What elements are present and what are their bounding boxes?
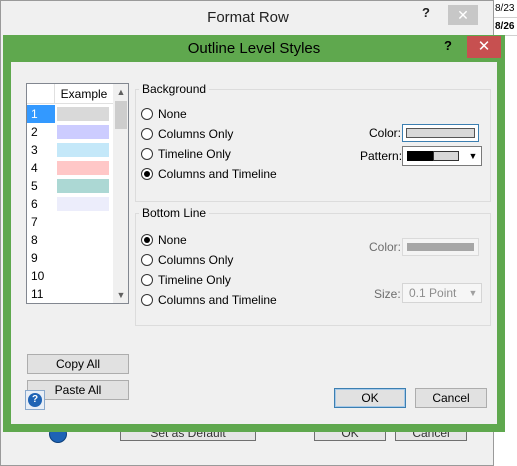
list-header-number-column [27,84,55,104]
scroll-up-arrow-icon[interactable]: ▲ [113,84,128,100]
level-row[interactable]: 8 [27,231,113,249]
question-mark-icon: ? [28,393,42,407]
level-row[interactable]: 5 [27,177,113,195]
level-row[interactable]: 7 [27,213,113,231]
radio-label: Columns and Timeline [158,167,277,181]
line-size-value: 0.1 Point [409,286,457,300]
radio-label: Timeline Only [158,273,231,287]
level-number: 7 [31,215,38,229]
radio-label: Columns and Timeline [158,293,277,307]
level-number: 4 [31,161,38,175]
background-color-picker[interactable] [402,124,479,142]
radio-label: Columns Only [158,127,234,141]
dialog-body: Example 1 2 3 4 5 6 7 8 9 10 11 ▲ ▼ Copy All Paste… [11,62,497,424]
radio-dot [141,108,153,120]
level-example-swatch [57,107,109,121]
radio-label: None [158,107,187,121]
level-row[interactable]: 6 [27,195,113,213]
level-row[interactable]: 10 [27,267,113,285]
pattern-label: Pattern: [360,149,403,163]
help-button[interactable]: ? [444,38,452,53]
color-swatch [406,128,475,138]
copy-all-button[interactable]: Copy All [27,354,129,374]
level-number: 11 [31,287,44,301]
ok-button[interactable]: OK [334,388,406,408]
outline-level-list[interactable]: Example 1 2 3 4 5 6 7 8 9 10 11 ▲ ▼ [26,83,129,304]
radio-dot [141,168,153,180]
level-example-swatch [57,125,109,139]
pattern-black-swatch [407,151,433,161]
level-example-swatch [57,161,109,175]
background-color-label: Color: [369,126,402,140]
level-number: 10 [31,269,45,283]
level-number: 8 [31,233,38,247]
level-example-swatch [57,197,109,211]
radio-dot [141,148,153,160]
level-row[interactable]: 3 [27,141,113,159]
level-number: 5 [31,179,38,193]
sheet-cell: 8/23 [493,0,517,18]
radio-dot [141,274,153,286]
bottom-line-group [135,213,491,326]
list-scrollbar[interactable]: ▲ ▼ [113,84,128,303]
scroll-thumb[interactable] [115,101,127,129]
outline-level-styles-dialog: Outline Level Styles ? ✕ Example 1 2 3 4 5 6 7… [3,35,505,432]
list-header-example: Example [60,87,108,101]
cancel-button[interactable]: Cancel [415,388,487,408]
bottom-line-color-label: Color: [369,240,402,254]
background-group-title: Background [139,82,210,96]
format-row-close-button[interactable]: ✕ [448,5,478,25]
level-row[interactable]: 9 [27,249,113,267]
pattern-select[interactable]: ▼ [402,146,482,166]
level-row[interactable]: 2 [27,123,113,141]
level-number: 9 [31,251,38,265]
close-button[interactable]: ✕ [467,36,501,58]
level-row[interactable]: 1 [27,105,113,123]
dialog-title: Outline Level Styles [187,40,321,57]
bottom-line-group-title: Bottom Line [139,206,210,220]
radio-dot [141,128,153,140]
chevron-down-icon: ▼ [468,151,478,161]
level-number: 2 [31,125,38,139]
level-number: 3 [31,143,38,157]
radio-dot [141,294,153,306]
scroll-down-arrow-icon[interactable]: ▼ [113,287,128,303]
chevron-down-icon: ▼ [468,288,478,298]
radio-label: None [158,233,187,247]
pattern-grey-swatch [433,151,459,161]
color-swatch [407,243,474,251]
format-row-help-button[interactable]: ? [422,5,430,20]
help-icon[interactable]: ? [25,390,45,410]
level-example-swatch [57,143,109,157]
sheet-cell: 8/26 [493,18,517,36]
radio-label: Timeline Only [158,147,231,161]
format-row-title: Format Row [207,9,289,26]
list-header: Example [27,84,113,104]
level-row[interactable]: 11 [27,285,113,303]
radio-label: Columns Only [158,253,234,267]
size-label: Size: [374,287,401,301]
radio-dot [141,254,153,266]
level-example-swatch [57,179,109,193]
level-row[interactable]: 4 [27,159,113,177]
line-size-select[interactable]: 0.1 Point ▼ [402,283,482,303]
level-number: 1 [27,105,55,123]
level-number: 6 [31,197,38,211]
bottom-line-color-picker[interactable] [402,238,479,256]
radio-dot [141,234,153,246]
